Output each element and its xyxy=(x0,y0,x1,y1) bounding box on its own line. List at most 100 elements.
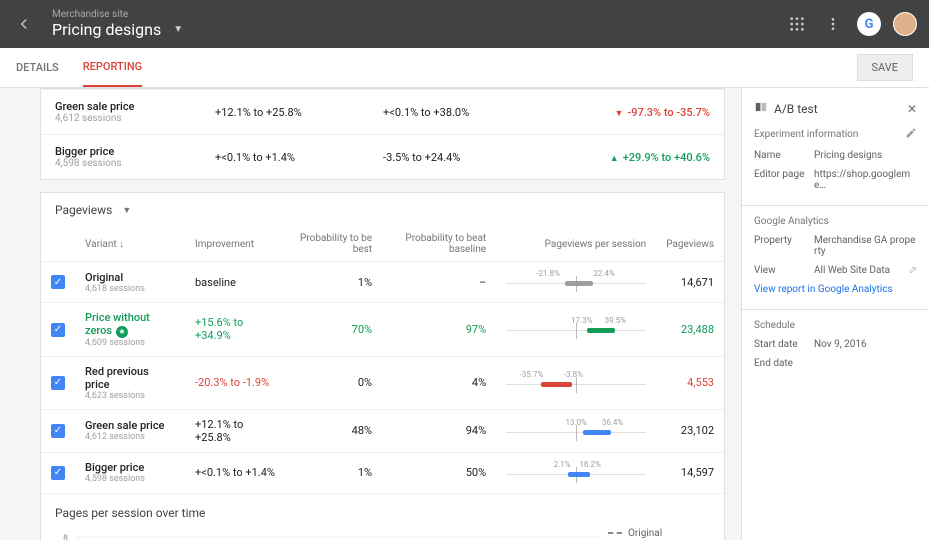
variant-sessions: 4,612 sessions xyxy=(85,432,175,442)
variant-name[interactable]: Red previous price xyxy=(85,365,175,391)
summary-col2: +<0.1% to +38.0% xyxy=(369,90,536,135)
variant-prob-best: 48% xyxy=(285,409,382,452)
section-schedule: Schedule xyxy=(754,320,795,331)
page-title: Pricing designs xyxy=(52,20,161,39)
variant-name[interactable]: Green sale price xyxy=(85,419,175,432)
variant-pageviews: 23,488 xyxy=(656,303,724,357)
legend-label: Original xyxy=(628,528,662,539)
summary-col3: ▼-97.3% to -35.7% xyxy=(615,106,710,119)
col-prob-base[interactable]: Probability to beat baseline xyxy=(382,227,496,262)
variant-name[interactable]: Original xyxy=(85,271,175,284)
boxplot: -21.8% 22.4% xyxy=(506,270,646,294)
metric-selector[interactable]: Pageviews ▼ xyxy=(41,193,724,227)
side-title: A/B test xyxy=(774,102,818,116)
variant-improvement: baseline xyxy=(185,262,285,303)
summary-sessions: 4,612 sessions xyxy=(55,113,187,124)
summary-row: Bigger price4,598 sessions +<0.1% to +1.… xyxy=(41,135,724,180)
chart-title: Pages per session over time xyxy=(41,494,724,524)
variant-prob-base: 94% xyxy=(382,409,496,452)
variant-sessions: 4,623 sessions xyxy=(85,391,175,401)
chevron-down-icon: ▼ xyxy=(122,205,131,216)
variant-sessions: 4,609 sessions xyxy=(85,338,175,348)
col-pps[interactable]: Pageviews per session xyxy=(496,227,656,262)
variant-improvement: -20.3% to -1.9% xyxy=(185,356,285,409)
side-editor-value: https://shop.googleme… xyxy=(814,169,917,191)
dropdown-caret-icon[interactable]: ▼ xyxy=(173,24,183,35)
side-name-value: Pricing designs xyxy=(814,150,917,161)
col-variant[interactable]: Variant xyxy=(85,239,117,250)
col-pageviews[interactable]: Pageviews xyxy=(656,227,724,262)
variant-improvement: +15.6% to +34.9% xyxy=(185,303,285,357)
summary-sessions: 4,598 sessions xyxy=(55,158,187,169)
avatar[interactable] xyxy=(893,12,917,36)
triangle-up-icon: ▲ xyxy=(610,154,619,164)
summary-col2: -3.5% to +24.4% xyxy=(369,135,536,180)
edit-icon[interactable] xyxy=(905,127,917,142)
variant-pageviews: 14,597 xyxy=(656,452,724,493)
line-chart: 8642 xyxy=(55,528,600,540)
metric-title: Pageviews xyxy=(55,203,112,217)
open-external-icon[interactable]: ⬀ xyxy=(909,265,917,276)
header-subtitle: Merchandise site xyxy=(52,9,785,20)
save-button[interactable]: SAVE xyxy=(857,54,914,81)
summary-col1: +<0.1% to +1.4% xyxy=(201,135,369,180)
more-vert-icon[interactable] xyxy=(821,12,845,36)
variant-pageviews: 14,671 xyxy=(656,262,724,303)
variant-checkbox[interactable]: ✓ xyxy=(51,275,65,289)
col-prob-best[interactable]: Probability to be best xyxy=(285,227,382,262)
summary-row: Green sale price4,612 sessions +12.1% to… xyxy=(41,90,724,135)
boxplot: 13.0% 36.4% xyxy=(506,419,646,443)
col-improvement[interactable]: Improvement xyxy=(185,227,285,262)
variant-row: ✓ Red previous price4,623 sessions -20.3… xyxy=(41,356,724,409)
variant-checkbox[interactable]: ✓ xyxy=(51,323,65,337)
variant-checkbox[interactable]: ✓ xyxy=(51,466,65,480)
summary-col1: +12.1% to +25.8% xyxy=(201,90,369,135)
side-view-value: All Web Site Data xyxy=(814,265,890,276)
variant-pageviews: 23,102 xyxy=(656,409,724,452)
legend-swatch xyxy=(608,532,622,534)
svg-text:8: 8 xyxy=(63,533,68,540)
back-button[interactable] xyxy=(12,12,36,36)
section-ga: Google Analytics xyxy=(754,216,829,227)
variant-row: ✓ Bigger price4,598 sessions +<0.1% to +… xyxy=(41,452,724,493)
variant-prob-base: – xyxy=(382,262,496,303)
ga-report-link[interactable]: View report in Google Analytics xyxy=(754,284,917,295)
variant-row: ✓ Price without zeros★4,609 sessions +15… xyxy=(41,303,724,357)
variant-sessions: 4,618 sessions xyxy=(85,284,175,294)
side-property-value: Merchandise GA property xyxy=(814,235,917,257)
variant-name[interactable]: Bigger price xyxy=(85,461,175,474)
boxplot: -35.7% -3.8% xyxy=(506,371,646,395)
tab-details[interactable]: DETAILS xyxy=(16,49,59,86)
close-icon[interactable]: ✕ xyxy=(907,102,917,116)
side-end-value xyxy=(814,358,917,369)
variant-prob-best: 1% xyxy=(285,262,382,303)
ab-test-icon xyxy=(754,100,768,117)
variant-prob-best: 1% xyxy=(285,452,382,493)
variant-row: ✓ Original4,618 sessions baseline 1% – -… xyxy=(41,262,724,303)
summary-name: Green sale price xyxy=(55,100,187,113)
header-title-block[interactable]: Merchandise site Pricing designs ▼ xyxy=(52,9,785,39)
summary-col3: ▲+29.9% to +40.6% xyxy=(610,151,710,164)
variant-prob-best: 70% xyxy=(285,303,382,357)
summary-name: Bigger price xyxy=(55,145,187,158)
boxplot: 2.1% 18.2% xyxy=(506,461,646,485)
variant-improvement: +<0.1% to +1.4% xyxy=(185,452,285,493)
variant-pageviews: 4,553 xyxy=(656,356,724,409)
variant-sessions: 4,598 sessions xyxy=(85,474,175,484)
variant-improvement: +12.1% to +25.8% xyxy=(185,409,285,452)
tab-reporting[interactable]: REPORTING xyxy=(83,48,142,87)
section-experiment-info: Experiment information xyxy=(754,129,858,140)
variant-prob-base: 50% xyxy=(382,452,496,493)
variant-checkbox[interactable]: ✓ xyxy=(51,424,65,438)
apps-grid-icon[interactable] xyxy=(785,12,809,36)
variant-name[interactable]: Price without zeros★ xyxy=(85,311,175,338)
variant-checkbox[interactable]: ✓ xyxy=(51,376,65,390)
sort-down-icon: ↓ xyxy=(119,239,124,250)
variant-prob-best: 0% xyxy=(285,356,382,409)
winner-badge-icon: ★ xyxy=(116,326,128,338)
google-badge-icon[interactable]: G xyxy=(857,12,881,36)
variant-row: ✓ Green sale price4,612 sessions +12.1% … xyxy=(41,409,724,452)
side-start-value: Nov 9, 2016 xyxy=(814,339,917,350)
boxplot: 17.3% 39.5% xyxy=(506,317,646,341)
variant-prob-base: 97% xyxy=(382,303,496,357)
